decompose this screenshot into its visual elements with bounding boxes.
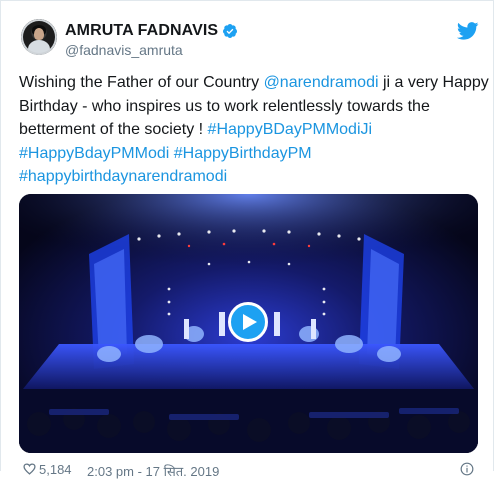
play-icon	[242, 314, 257, 330]
hashtag-link[interactable]: #HappyBDayPMModiJi	[208, 121, 373, 138]
tweet-text-part: Wishing the Father of our Country	[19, 74, 264, 91]
twitter-bird-icon[interactable]	[457, 22, 479, 40]
author-name-row[interactable]: AMRUTA FADNAVIS	[65, 22, 238, 40]
hashtag-link[interactable]: #HappyBirthdayPM	[174, 145, 312, 162]
play-button[interactable]	[228, 302, 268, 342]
heart-icon[interactable]	[23, 463, 36, 475]
info-icon[interactable]	[460, 462, 474, 476]
tweet-footer: 5,184 2:03 pm - 17 सित. 2019	[19, 460, 489, 480]
hashtag-link[interactable]: #happybirthdaynarendramodi	[19, 168, 227, 185]
author-avatar[interactable]	[21, 19, 57, 55]
like-count[interactable]: 5,184	[39, 462, 72, 477]
tweet-text: Wishing the Father of our Country @naren…	[19, 71, 489, 189]
hashtag-link[interactable]: #HappyBdayPMModi	[19, 145, 169, 162]
tweet-timestamp[interactable]: 2:03 pm - 17 सित. 2019	[87, 462, 219, 480]
author-display-name[interactable]: AMRUTA FADNAVIS	[65, 22, 218, 40]
verified-badge-icon	[223, 24, 238, 38]
mention-link[interactable]: @narendramodi	[264, 74, 379, 91]
author-handle[interactable]: @fadnavis_amruta	[65, 42, 183, 58]
tweet-card: AMRUTA FADNAVIS @fadnavis_amruta Wishing…	[0, 0, 494, 479]
